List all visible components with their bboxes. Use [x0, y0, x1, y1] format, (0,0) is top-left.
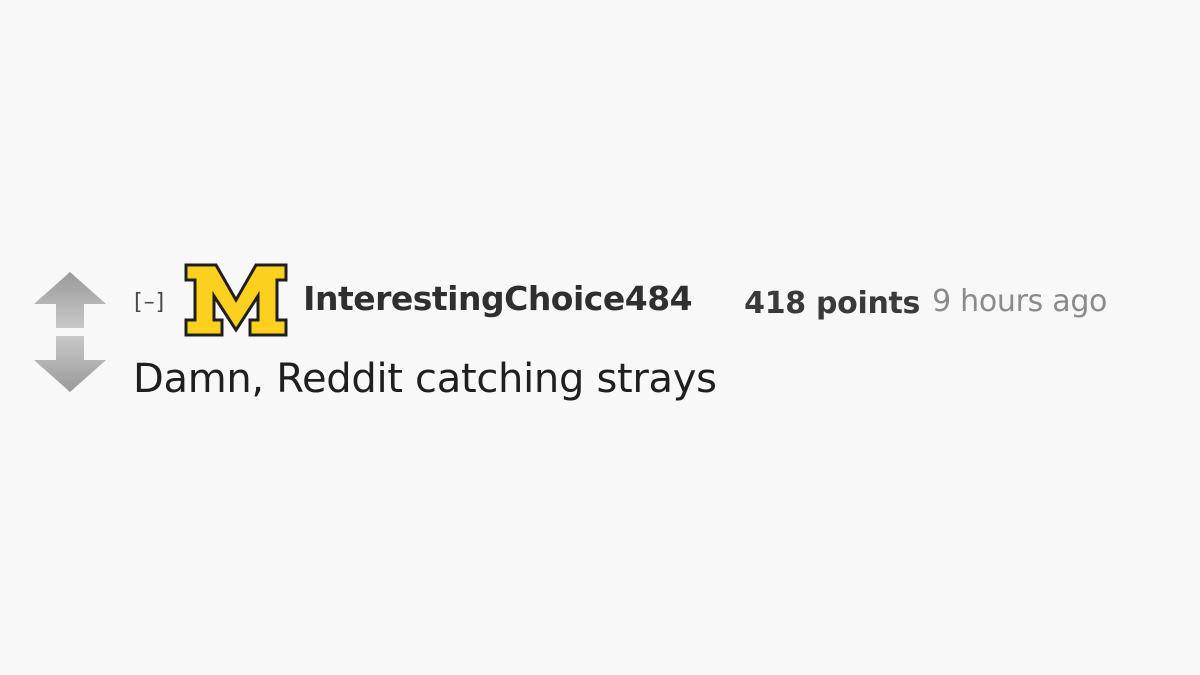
downvote-arrow-icon[interactable] [30, 334, 110, 396]
vote-column [30, 268, 110, 398]
comment-timestamp[interactable]: 9 hours ago [932, 284, 1107, 319]
comment: [–] InterestingChoice484 418 points 9 ho… [0, 0, 1200, 675]
collapse-toggle[interactable]: [–] [134, 290, 165, 315]
author-username[interactable]: InterestingChoice484 [303, 279, 692, 318]
comment-score: 418 points [744, 285, 921, 321]
upvote-arrow-icon[interactable] [30, 268, 110, 330]
michigan-block-m-icon [183, 262, 289, 338]
comment-tagline: [–] InterestingChoice484 418 points 9 ho… [134, 262, 1184, 338]
comment-body: Damn, Reddit catching strays [133, 356, 717, 402]
